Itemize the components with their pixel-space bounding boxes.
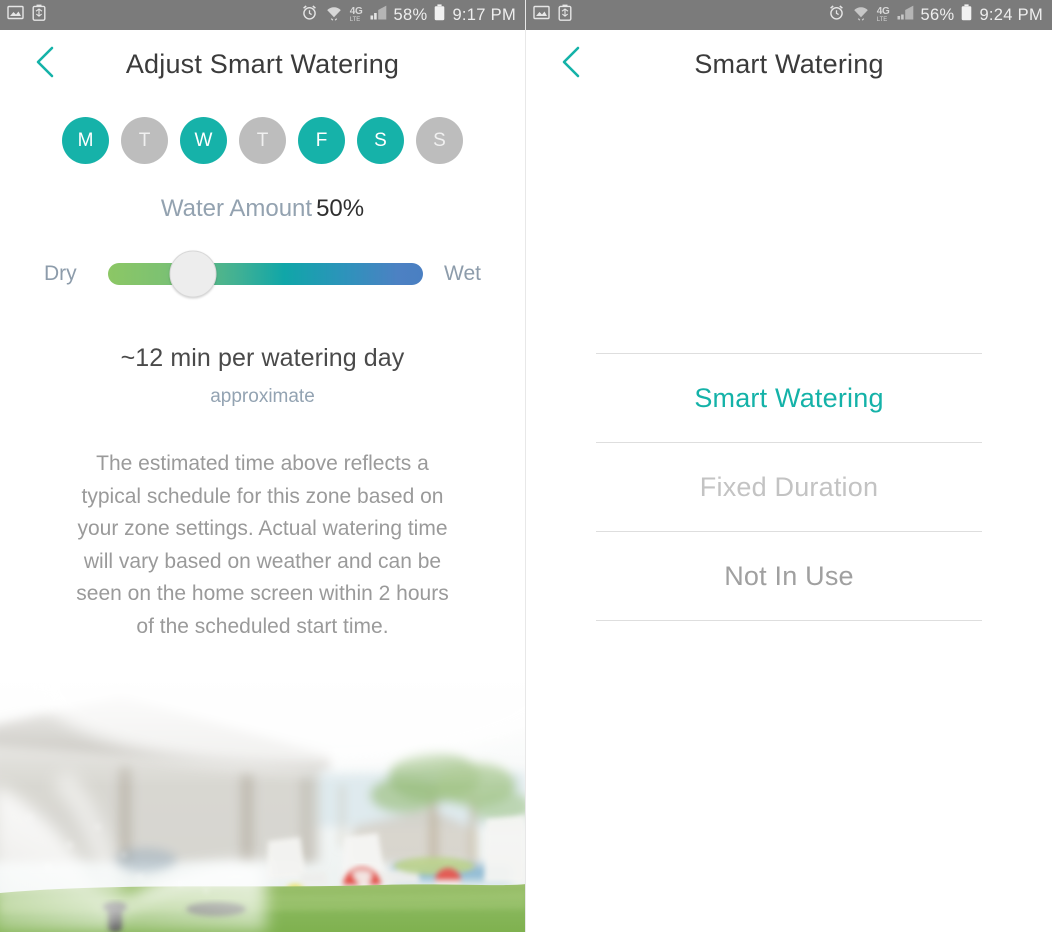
approximate-label: approximate xyxy=(210,386,315,407)
chevron-left-icon xyxy=(32,45,58,84)
chevron-left-icon xyxy=(558,45,584,84)
day-toggle-saturday[interactable]: S xyxy=(357,117,404,164)
page-title: Adjust Smart Watering xyxy=(125,48,400,79)
dual-screenshot-container: 4GLTE 58% 9:17 PM Adjust Smart Watering xyxy=(0,0,1052,932)
header-left: Adjust Smart Watering xyxy=(0,30,525,98)
water-amount-value: 50% xyxy=(316,195,365,222)
day-toggle-tuesday[interactable]: T xyxy=(121,117,168,164)
sprinkler-watering-lawn-photo xyxy=(0,677,525,932)
slider-thumb[interactable] xyxy=(169,250,217,298)
status-bar-right-left-icons xyxy=(533,4,572,26)
status-bar-left-icons xyxy=(7,4,46,26)
page-title: Smart Watering xyxy=(694,48,884,79)
battery-recycle-icon xyxy=(558,4,572,26)
explanatory-text: The estimated time above reflects a typi… xyxy=(76,452,449,638)
network-type-icon: 4G LTE xyxy=(876,6,890,24)
clock-label: 9:24 PM xyxy=(979,5,1043,24)
clock-label: 9:17 PM xyxy=(452,5,516,24)
battery-icon xyxy=(434,4,445,26)
estimated-time-label: ~12 min per watering day xyxy=(120,344,405,372)
slider-label-wet: Wet xyxy=(444,262,481,285)
mode-option-label: Fixed Duration xyxy=(699,471,879,502)
slider-label-dry: Dry xyxy=(44,262,77,285)
alarm-icon xyxy=(301,4,318,26)
day-toggle-sunday[interactable]: S xyxy=(416,117,463,164)
signal-bars-icon xyxy=(370,5,387,25)
screen-smart-watering-mode: 4G LTE 56% 9:24 PM Smart Watering Smart … xyxy=(526,0,1052,932)
picture-icon xyxy=(533,4,550,26)
battery-icon xyxy=(961,4,972,26)
network-type-icon: 4G LTE xyxy=(349,6,363,24)
mode-option-label: Not In Use xyxy=(724,560,854,591)
day-toggle-thursday[interactable]: T xyxy=(239,117,286,164)
back-button[interactable] xyxy=(548,41,594,87)
watering-mode-list: Smart Watering Fixed Duration Not In Use xyxy=(526,353,1052,621)
water-amount-slider[interactable] xyxy=(108,250,423,298)
water-amount-label: Water Amount xyxy=(160,195,313,222)
alarm-icon xyxy=(828,4,845,26)
day-selector: M T W T F S S xyxy=(0,117,525,164)
picture-icon xyxy=(7,4,24,26)
status-bar-left: 4G LTE 58% 9:17 PM xyxy=(0,0,525,30)
battery-percent-label: 56% xyxy=(920,5,955,24)
day-toggle-monday[interactable]: M xyxy=(62,117,109,164)
water-amount-readout: Water Amount 50% xyxy=(0,197,525,221)
day-toggle-friday[interactable]: F xyxy=(298,117,345,164)
mode-option-not-in-use[interactable]: Not In Use xyxy=(526,532,1052,620)
wifi-icon xyxy=(325,5,343,26)
status-bar-right-icons: 4G LTE 58% 9:17 PM xyxy=(301,4,516,26)
slider-track[interactable] xyxy=(108,263,423,285)
day-toggle-wednesday[interactable]: W xyxy=(180,117,227,164)
list-divider-bottom xyxy=(596,620,982,621)
mode-option-smart-watering[interactable]: Smart Watering xyxy=(526,354,1052,442)
water-amount-slider-row: Dry Wet xyxy=(0,250,525,298)
status-bar-right: 4G LTE 56% 9:24 PM xyxy=(526,0,1052,30)
battery-recycle-icon xyxy=(32,4,46,26)
header-right: Smart Watering xyxy=(526,30,1052,98)
status-bar-right-right-icons: 4G LTE 56% 9:24 PM xyxy=(828,4,1043,26)
signal-bars-icon xyxy=(897,5,914,25)
mode-option-fixed-duration[interactable]: Fixed Duration xyxy=(526,443,1052,531)
wifi-icon xyxy=(852,5,870,26)
mode-option-label: Smart Watering xyxy=(694,382,884,413)
screen-adjust-smart-watering: 4GLTE 58% 9:17 PM Adjust Smart Watering xyxy=(0,0,526,932)
battery-percent-label: 58% xyxy=(393,5,428,24)
back-button[interactable] xyxy=(22,41,68,87)
